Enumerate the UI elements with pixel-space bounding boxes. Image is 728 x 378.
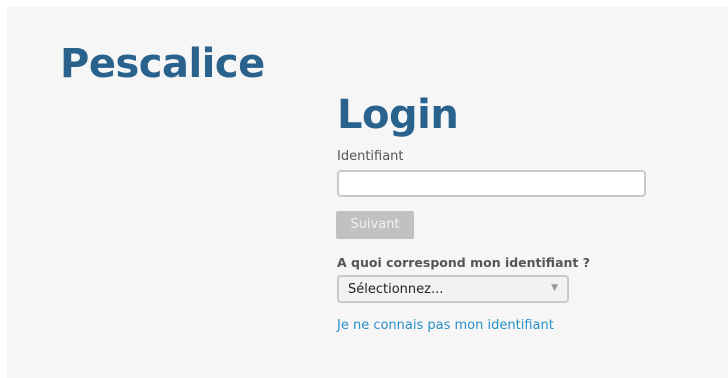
identifier-label: Identifiant: [337, 149, 404, 164]
next-button[interactable]: Suivant: [336, 211, 414, 239]
login-page: Pescalice Login Identifiant Suivant A qu…: [7, 7, 728, 378]
identifier-type-select[interactable]: Sélectionnez... ▼: [337, 275, 569, 303]
select-selected-value: Sélectionnez...: [348, 282, 444, 297]
brand-logo: Pescalice: [60, 41, 265, 87]
page-title: Login: [337, 92, 459, 138]
triangle-down-icon: ▼: [551, 283, 558, 293]
forgot-identifier-link[interactable]: Je ne connais pas mon identifiant: [337, 318, 554, 333]
identifier-input[interactable]: [337, 170, 646, 197]
identifier-help-question: A quoi correspond mon identifiant ?: [337, 255, 590, 270]
